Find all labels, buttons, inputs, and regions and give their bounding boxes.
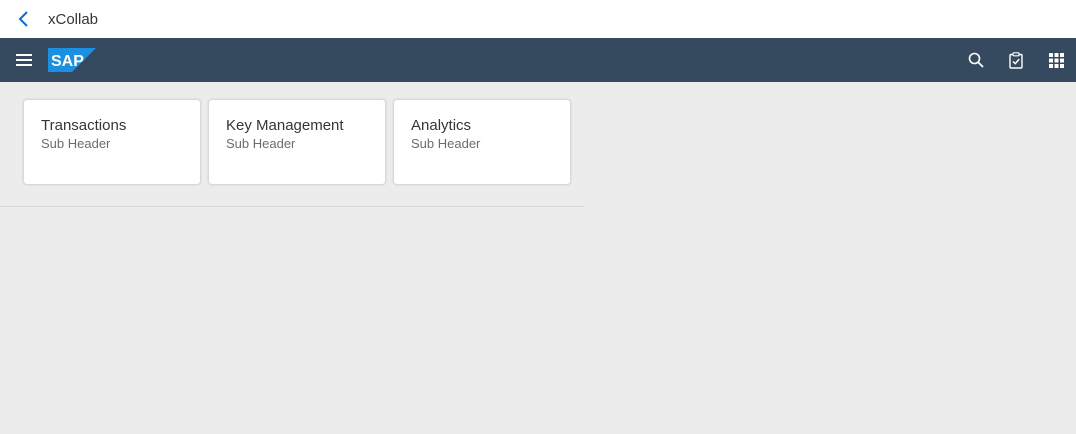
shell-actions bbox=[956, 38, 1076, 82]
tile-title: Transactions bbox=[41, 117, 127, 134]
sap-logo-text: SAP bbox=[51, 53, 84, 70]
tile-subtitle: Sub Header bbox=[411, 136, 481, 151]
shell-bar: SAP bbox=[0, 38, 1076, 82]
sap-logo[interactable]: SAP bbox=[48, 48, 96, 72]
menu-button[interactable] bbox=[8, 44, 40, 76]
launchpad-content: Transactions Sub Header Key Management S… bbox=[0, 82, 1076, 434]
tile-key-management[interactable]: Key Management Sub Header bbox=[208, 99, 386, 185]
section-divider bbox=[0, 206, 584, 207]
grid-apps-icon bbox=[1048, 52, 1064, 68]
apps-button[interactable] bbox=[1036, 38, 1076, 82]
tile-title: Key Management bbox=[226, 117, 344, 134]
back-button[interactable] bbox=[10, 5, 38, 33]
search-icon bbox=[968, 52, 984, 68]
title-bar: xCollab bbox=[0, 0, 1076, 38]
tile-group: Transactions Sub Header Key Management S… bbox=[23, 99, 571, 185]
tile-transactions[interactable]: Transactions Sub Header bbox=[23, 99, 201, 185]
search-button[interactable] bbox=[956, 38, 996, 82]
app-title: xCollab bbox=[48, 10, 99, 28]
tile-analytics[interactable]: Analytics Sub Header bbox=[393, 99, 571, 185]
chevron-left-icon bbox=[18, 11, 28, 27]
tile-subtitle: Sub Header bbox=[226, 136, 296, 151]
clipboard-check-icon bbox=[1009, 51, 1023, 69]
tile-subtitle: Sub Header bbox=[41, 136, 111, 151]
tile-title: Analytics bbox=[411, 117, 472, 134]
tasks-button[interactable] bbox=[996, 38, 1036, 82]
hamburger-menu-icon bbox=[16, 54, 32, 66]
